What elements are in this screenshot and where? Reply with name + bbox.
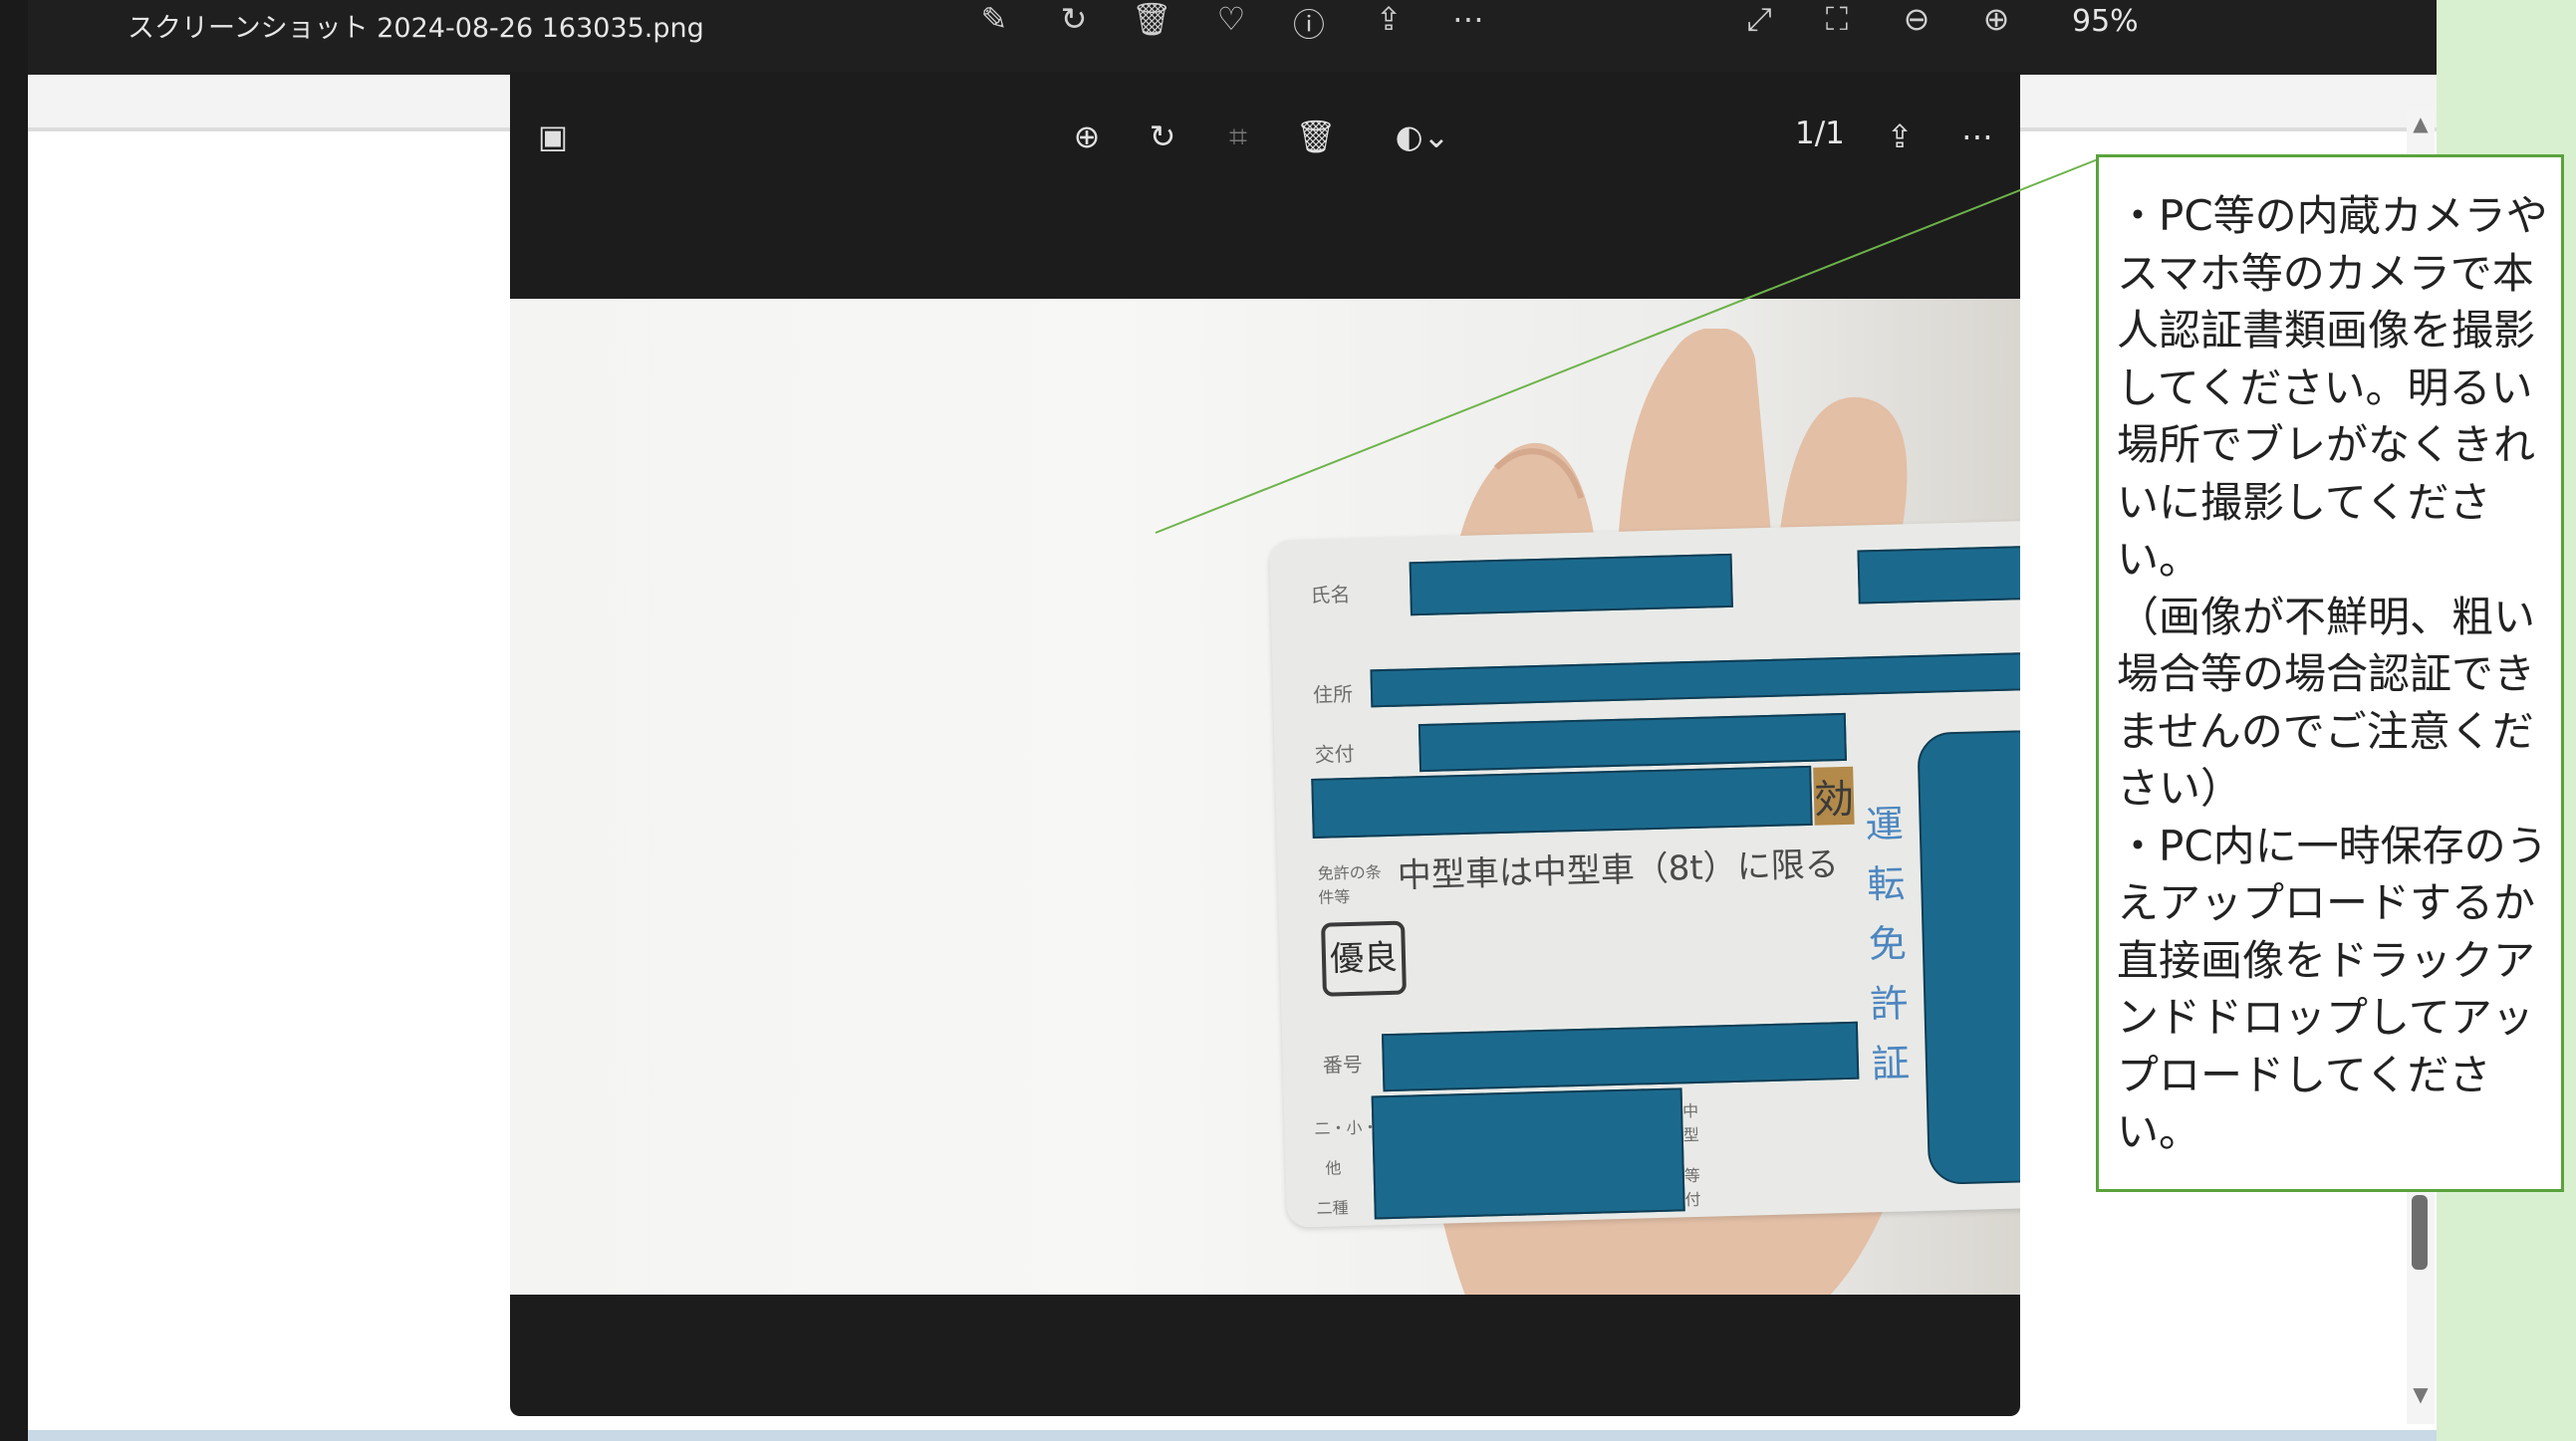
instruction-callout: ・PC等の内蔵カメラやスマホ等のカメラで本人認証書類画像を撮影してください。明る… (2096, 154, 2564, 1192)
callout-text: ・PC等の内蔵カメラやスマホ等のカメラで本人認証書類画像を撮影してください。明る… (2117, 191, 2548, 1156)
